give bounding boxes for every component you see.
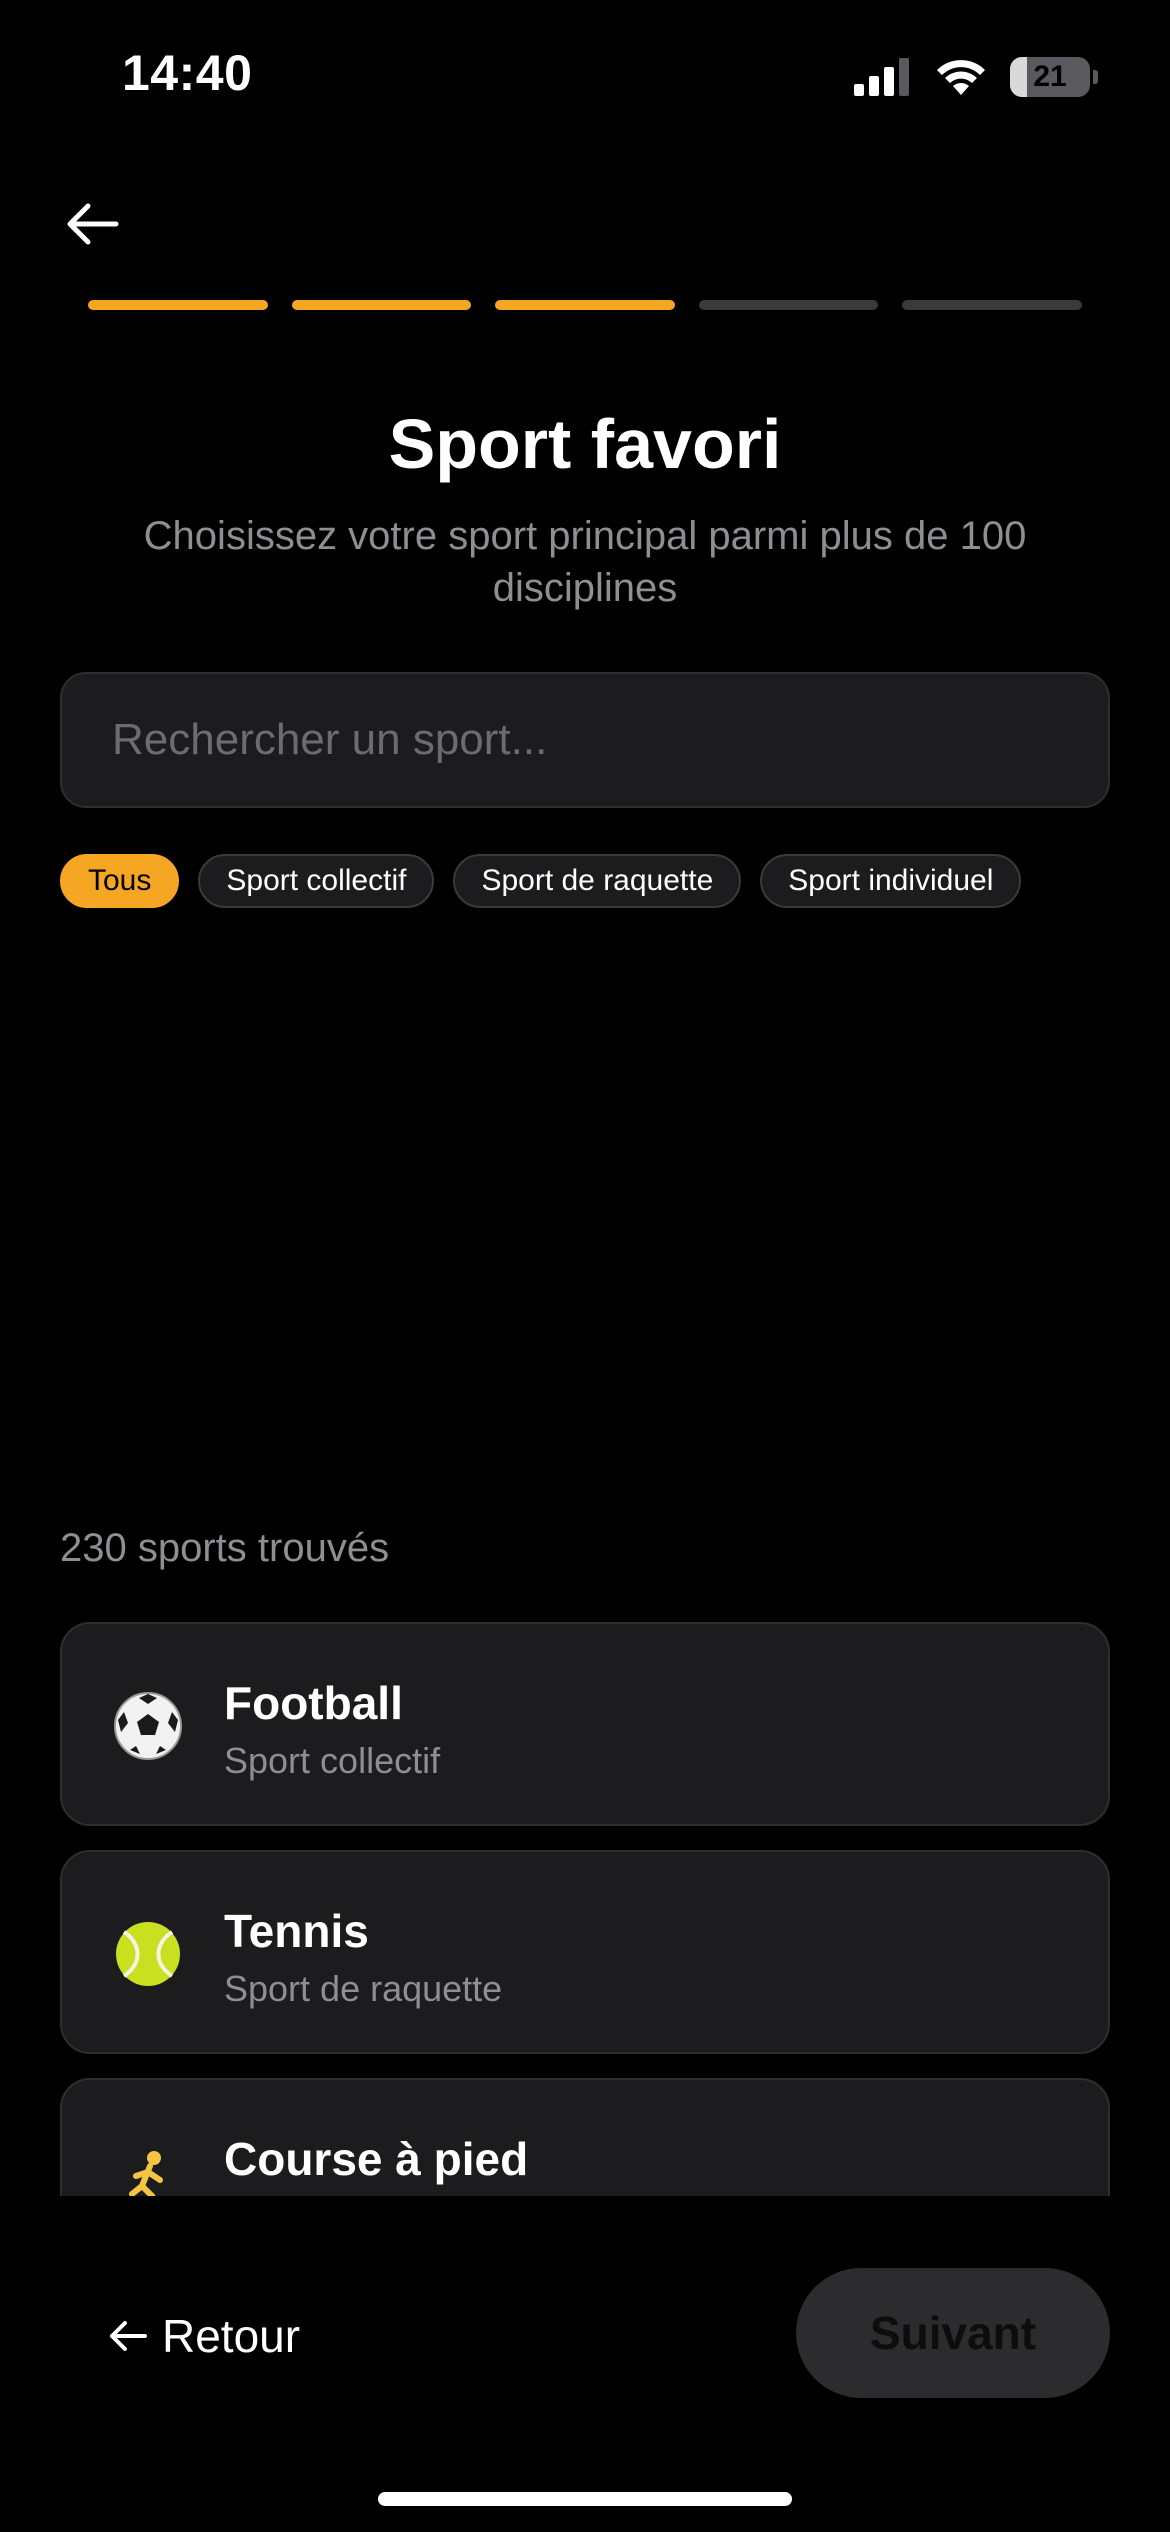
results-count: 230 sports trouvés: [60, 1526, 390, 1570]
arrow-left-icon: [67, 203, 119, 245]
tennis-ball-icon: [116, 1922, 180, 1986]
sport-card-running[interactable]: Course à pied: [60, 2078, 1110, 2196]
sport-category: Sport de raquette: [224, 1968, 503, 2009]
progress-step-3: [495, 300, 675, 310]
back-link-label: Retour: [162, 2310, 301, 2362]
sport-category: Sport collectif: [224, 1740, 441, 1781]
sport-list: Football Sport collectif Tennis Sport de…: [0, 1620, 1170, 2196]
soccer-ball-icon: [114, 1692, 182, 1760]
sport-card-football[interactable]: Football Sport collectif: [60, 1622, 1110, 1826]
filter-chip-all[interactable]: Tous: [60, 854, 180, 908]
filter-chip-team-sport[interactable]: Sport collectif: [198, 854, 435, 908]
page-subtitle: Choisissez votre sport principal parmi p…: [143, 514, 1027, 610]
home-indicator: [378, 2492, 792, 2506]
step-progress: [88, 300, 1082, 310]
arrow-left-icon: [110, 2321, 147, 2351]
back-link[interactable]: Retour: [108, 2306, 300, 2366]
sport-card-tennis[interactable]: Tennis Sport de raquette: [60, 1850, 1110, 2054]
page-title: Sport favori: [388, 405, 782, 483]
progress-step-2: [291, 300, 472, 310]
filter-chip-individual-sport[interactable]: Sport individuel: [760, 854, 1022, 908]
progress-step-5: [902, 300, 1082, 310]
wifi-icon: [937, 60, 985, 95]
sport-name: Football: [224, 1677, 403, 1729]
battery-icon: 21: [1010, 57, 1098, 97]
cellular-signal-icon: [854, 58, 909, 96]
battery-level: 21: [1033, 60, 1067, 93]
runner-icon: [129, 2151, 163, 2196]
next-button[interactable]: Suivant: [796, 2268, 1110, 2398]
onboarding-screen: 14:40 21 Sport favori Choisissez votre s…: [0, 0, 1170, 2532]
status-icons: 21: [854, 52, 1098, 102]
battery-fill: [1010, 57, 1027, 97]
sport-name: Tennis: [224, 1905, 369, 1957]
status-time: 14:40: [122, 45, 253, 101]
filter-chip-racket-sport[interactable]: Sport de raquette: [453, 854, 742, 908]
search-field[interactable]: [60, 672, 1110, 808]
progress-step-4: [698, 300, 879, 310]
search-input[interactable]: [112, 715, 1108, 765]
category-filters: Tous Sport collectif Sport de raquette S…: [60, 854, 1022, 908]
sport-name: Course à pied: [224, 2133, 529, 2185]
back-button[interactable]: [56, 192, 128, 256]
progress-step-1: [88, 300, 268, 310]
